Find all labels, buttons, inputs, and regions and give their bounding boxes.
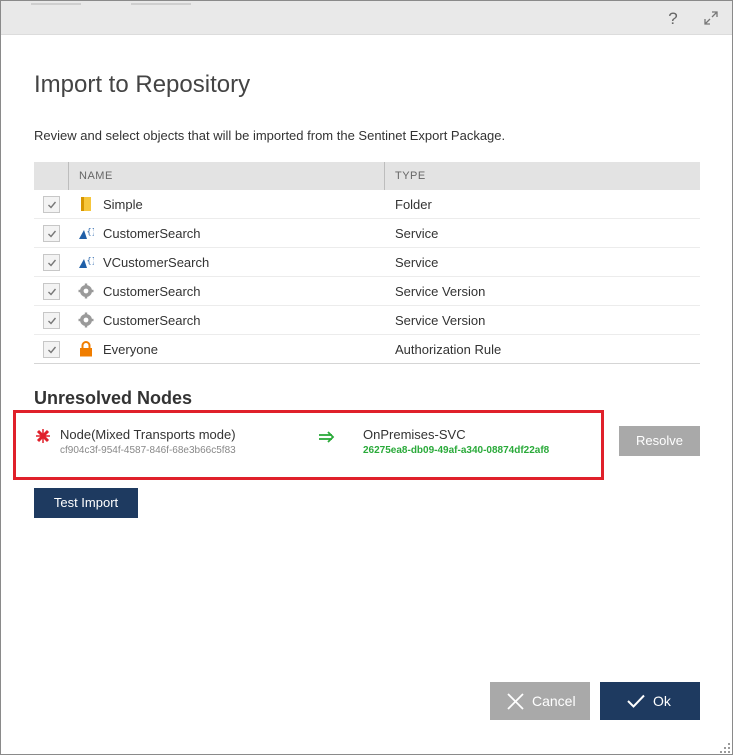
column-header-name[interactable]: NAME (79, 162, 113, 190)
row-type: Folder (395, 197, 432, 212)
arrow-right-icon (318, 430, 336, 444)
dialog-title: Import to Repository (34, 71, 251, 98)
row-name: Simple (103, 197, 143, 212)
dialog-subtitle: Review and select objects that will be i… (34, 128, 506, 143)
ok-button-label: Ok (653, 693, 671, 709)
svg-text:{}: {} (87, 227, 95, 236)
help-icon[interactable]: ? (665, 9, 681, 29)
row-name: CustomerSearch (103, 313, 201, 328)
row-type: Service Version (395, 284, 486, 299)
row-name: Everyone (103, 342, 158, 357)
cancel-button-label: Cancel (532, 693, 576, 709)
row-name: CustomerSearch (103, 284, 201, 299)
gear-icon (78, 283, 94, 299)
row-type: Service Version (395, 313, 486, 328)
row-checkbox[interactable] (43, 283, 60, 300)
folder-icon (78, 196, 94, 212)
service-icon: {} (78, 254, 97, 270)
unresolved-node-item[interactable]: Node(Mixed Transports mode) cf904c3f-954… (13, 410, 604, 480)
table-row[interactable]: Everyone Authorization Rule (34, 335, 700, 364)
background-tab-ghost (131, 3, 191, 5)
ok-button[interactable]: Ok (600, 682, 700, 720)
row-name: CustomerSearch (103, 226, 201, 241)
row-checkbox[interactable] (43, 254, 60, 271)
import-objects-grid: NAME TYPE Simple Folder {} CustomerSearc… (34, 162, 700, 364)
table-row[interactable]: {} CustomerSearch Service (34, 219, 700, 248)
dialog-titlebar: ? (1, 1, 732, 35)
resize-grip-icon[interactable] (719, 741, 731, 753)
row-checkbox[interactable] (43, 225, 60, 242)
column-header-type[interactable]: TYPE (395, 162, 426, 190)
table-row[interactable]: Simple Folder (34, 190, 700, 219)
close-icon (507, 693, 524, 710)
column-separator (68, 162, 69, 190)
table-row[interactable]: CustomerSearch Service Version (34, 277, 700, 306)
gear-icon (78, 312, 94, 328)
table-row[interactable]: {} VCustomerSearch Service (34, 248, 700, 277)
resolved-target-name: OnPremises-SVC (363, 427, 466, 442)
checkmark-icon (627, 694, 645, 708)
unresolved-node-name: Node(Mixed Transports mode) (60, 427, 236, 442)
background-tab-ghost (31, 3, 81, 5)
row-type: Service (395, 255, 439, 270)
unresolved-nodes-heading: Unresolved Nodes (34, 388, 193, 408)
lock-icon (78, 341, 94, 357)
svg-text:{}: {} (87, 256, 95, 265)
service-icon: {} (78, 225, 97, 241)
resolve-button[interactable]: Resolve (619, 426, 700, 456)
unresolved-node-id: cf904c3f-954f-4587-846f-68e3b66c5f83 (60, 445, 236, 456)
table-row[interactable]: CustomerSearch Service Version (34, 306, 700, 335)
cancel-button[interactable]: Cancel (490, 682, 590, 720)
import-dialog: ? Import to Repository Review and select… (0, 0, 733, 755)
error-icon (36, 429, 50, 443)
expand-icon[interactable] (703, 10, 719, 26)
test-import-button[interactable]: Test Import (34, 488, 138, 518)
row-type: Authorization Rule (395, 342, 502, 357)
row-checkbox[interactable] (43, 341, 60, 358)
resolved-target-id: 26275ea8-db09-49af-a340-08874df22af8 (363, 445, 550, 456)
row-type: Service (395, 226, 439, 241)
row-checkbox[interactable] (43, 312, 60, 329)
column-separator (384, 162, 385, 190)
row-name: VCustomerSearch (103, 255, 210, 270)
grid-header: NAME TYPE (34, 162, 700, 190)
row-checkbox[interactable] (43, 196, 60, 213)
